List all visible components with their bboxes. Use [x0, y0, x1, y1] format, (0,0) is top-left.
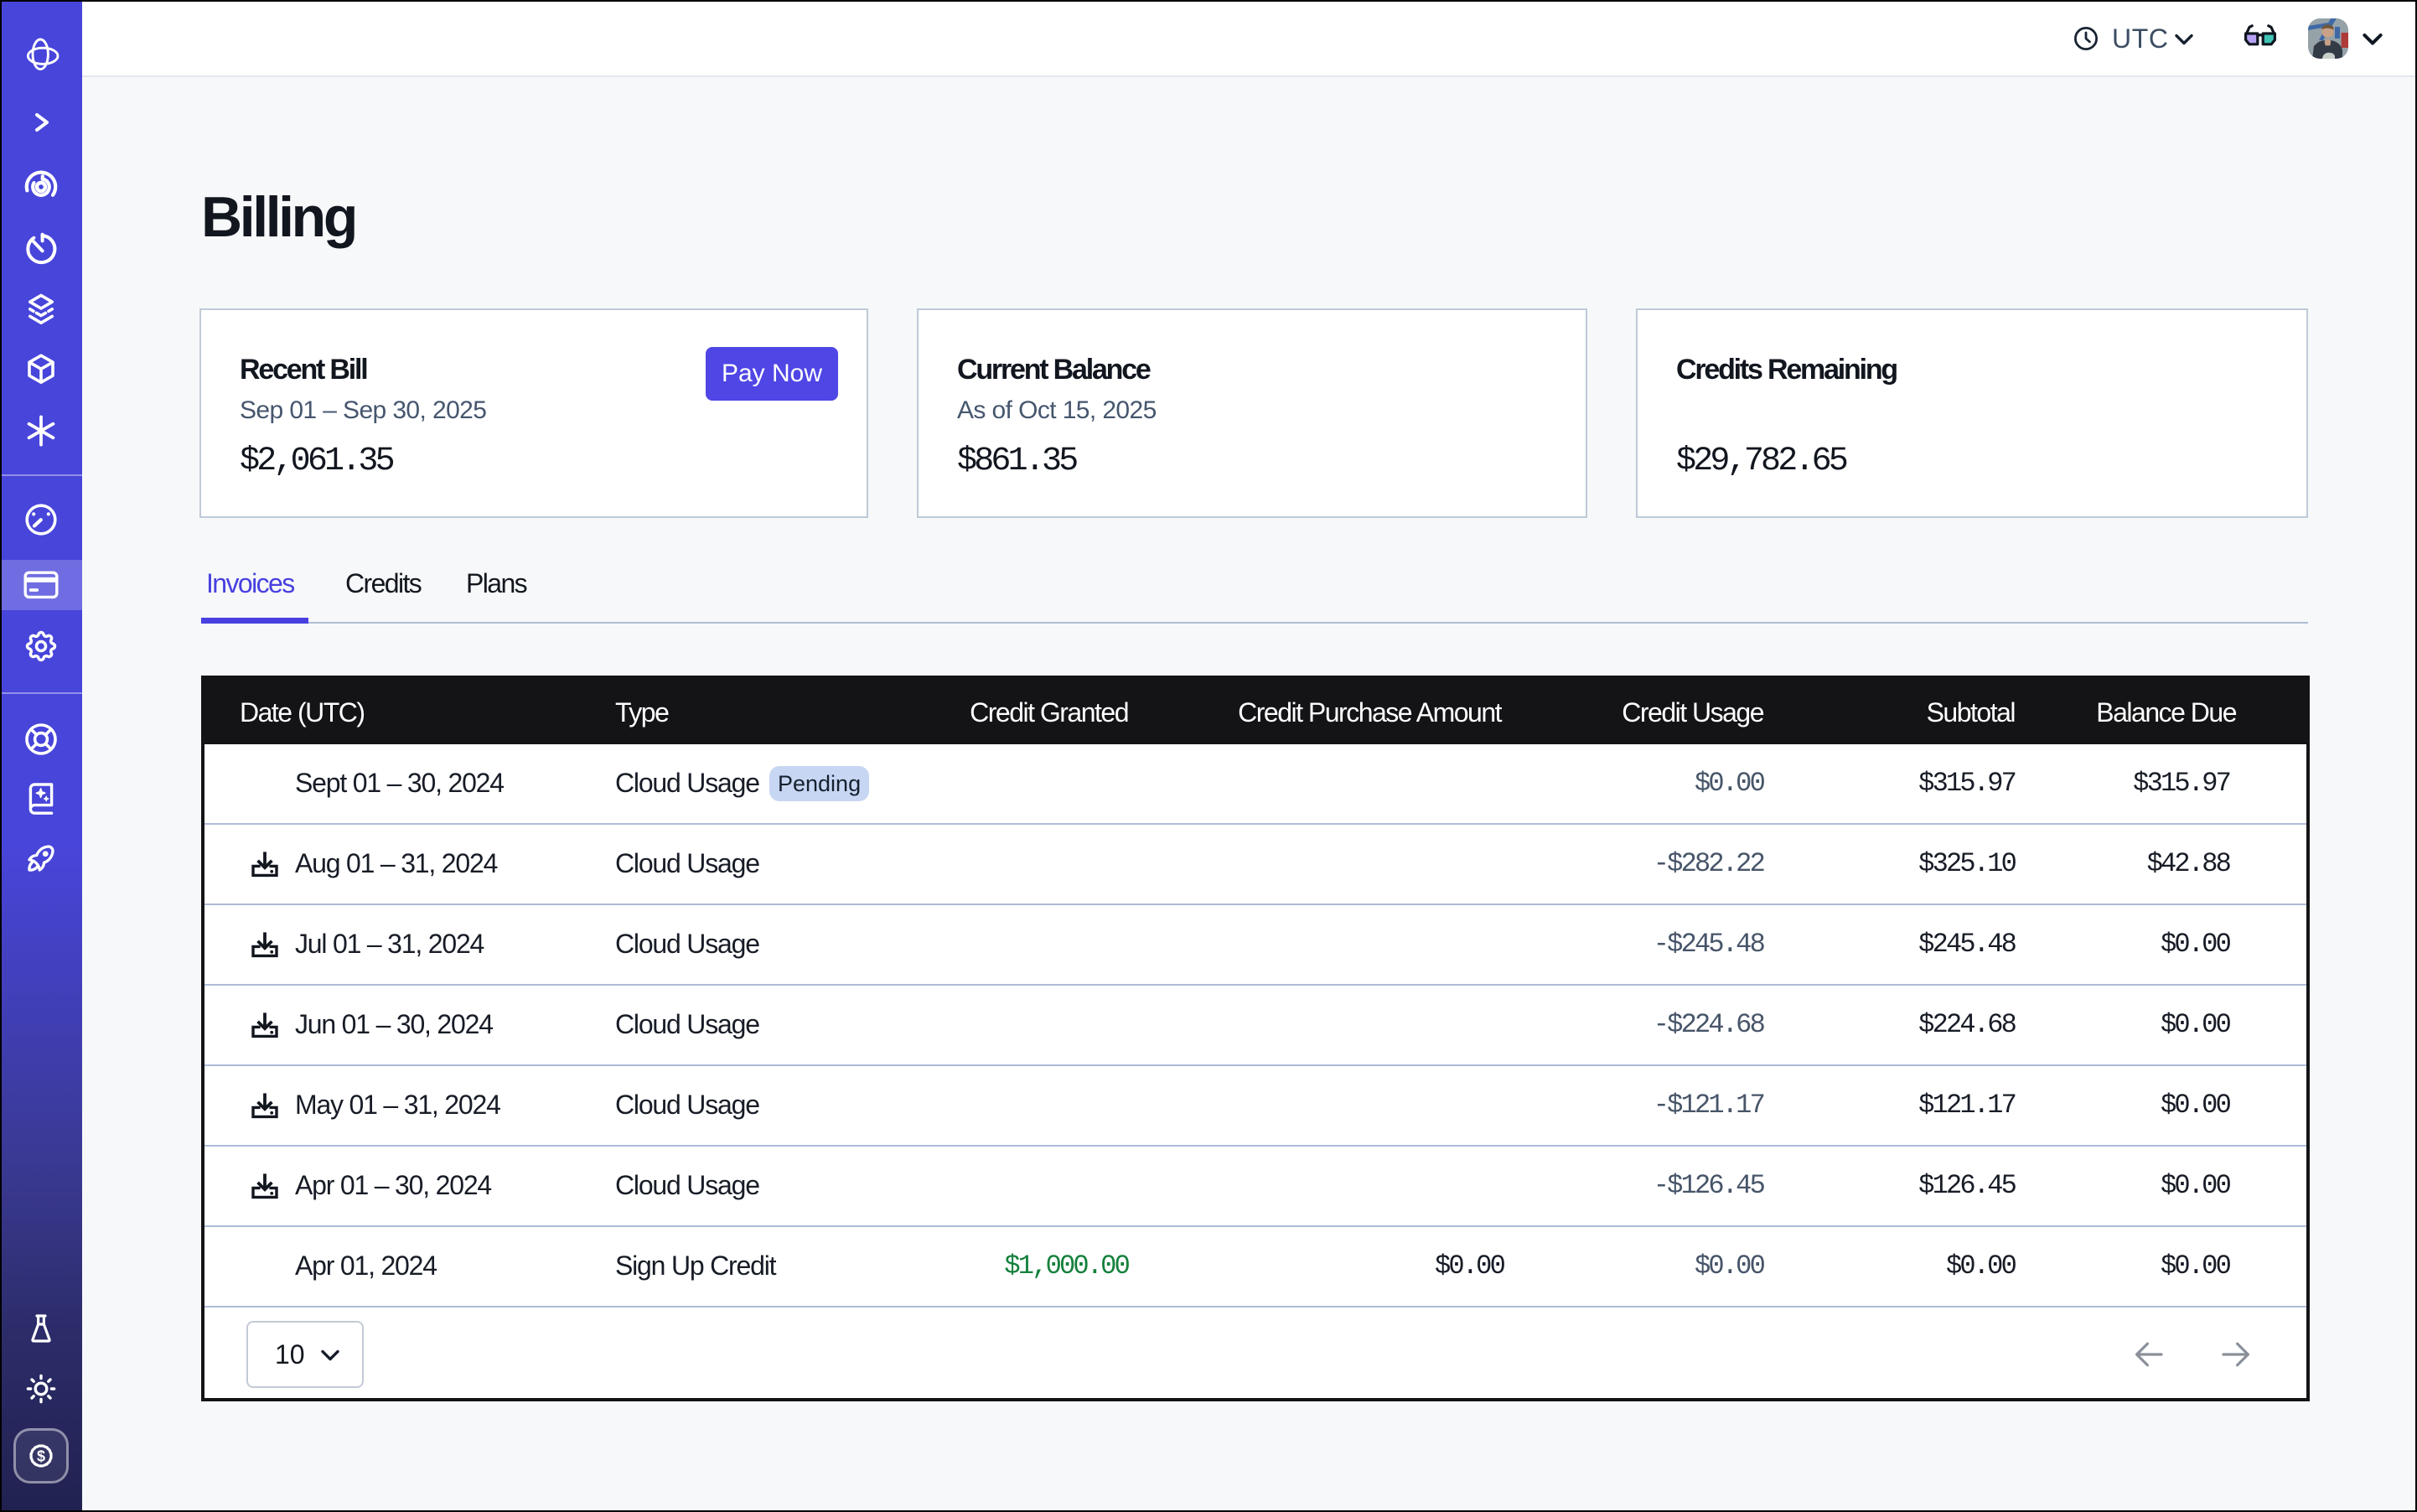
svg-text:$: $: [37, 1447, 45, 1464]
